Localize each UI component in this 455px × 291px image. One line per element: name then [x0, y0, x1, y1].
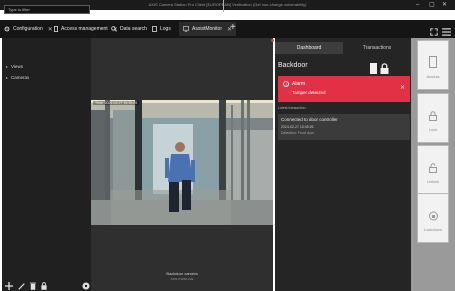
- alert-icon: !: [283, 81, 289, 87]
- camera-image: [91, 100, 273, 225]
- tab-dashboard[interactable]: Dashboard: [275, 42, 343, 54]
- action-label: Unlock: [426, 179, 440, 184]
- app-window: AXIS Camera Station Pro Client [EUROPEAN…: [0, 0, 455, 291]
- id-card-icon: [54, 26, 58, 32]
- caret-right-icon[interactable]: ▸: [6, 64, 8, 69]
- tree-item-label: Cameras: [11, 75, 30, 80]
- camera-view[interactable]: Time: 2024-02-27 15:35:25: [91, 100, 273, 225]
- door-name: Backdoor: [278, 62, 308, 69]
- cursor-marker: [223, 0, 224, 12]
- tab-label: Configuration: [13, 26, 43, 32]
- filter-input[interactable]: Type to filter: [4, 5, 90, 14]
- tab-label: Access management: [61, 26, 108, 32]
- unlock-icon: [418, 160, 448, 178]
- tab-label: Data search: [120, 26, 147, 32]
- camera-model: AXIS P3268-LVE: [170, 277, 194, 281]
- maximize-button[interactable]: ▢: [429, 1, 435, 9]
- search-icon: [111, 26, 117, 32]
- tab-access-management[interactable]: Access management ✕: [54, 23, 118, 35]
- tab-label: AssistMonitor: [192, 26, 223, 32]
- action-label: Lock: [428, 127, 438, 132]
- tab-transactions[interactable]: Transactions: [343, 42, 411, 54]
- recording-indicator: [271, 39, 274, 42]
- close-window-button[interactable]: ✕: [442, 1, 447, 9]
- add-icon[interactable]: [5, 277, 13, 291]
- edit-icon[interactable]: [18, 277, 25, 291]
- close-icon[interactable]: ✕: [48, 26, 53, 33]
- close-icon[interactable]: ✕: [400, 84, 405, 91]
- access-icon: [418, 55, 448, 73]
- minimize-button[interactable]: –: [416, 1, 419, 9]
- view-toolbar: [5, 277, 90, 291]
- delete-icon[interactable]: [30, 277, 36, 291]
- latest-transaction-label: Latest transaction: [278, 106, 306, 110]
- event-time: 2024-02-27 15:45:26: [281, 125, 314, 129]
- soccer-ball-icon[interactable]: [82, 277, 90, 291]
- camera-name: Backdoor camera: [166, 271, 198, 276]
- caret-right-icon[interactable]: ▸: [6, 75, 8, 80]
- gear-icon: [4, 26, 10, 32]
- lock-button[interactable]: Lock: [417, 93, 449, 143]
- alarm-message: Tamper detected: [292, 90, 326, 95]
- tab-bar: Configuration ✕ Access management ✕ Data…: [0, 20, 455, 38]
- tree-item-views[interactable]: ▸ Views: [6, 64, 23, 69]
- video-timestamp: Time: 2024-02-27 15:35:25: [93, 101, 140, 105]
- tab-label: Logs: [160, 26, 171, 32]
- alarm-title: Alarm: [292, 81, 306, 87]
- access-button[interactable]: Access: [417, 40, 449, 90]
- tab-logs[interactable]: Logs: [152, 23, 171, 35]
- tree-item-label: Views: [11, 64, 23, 69]
- lock-icon: [418, 108, 448, 126]
- tree-item-cameras[interactable]: ▸ Cameras: [6, 75, 29, 80]
- tab-data-search[interactable]: Data search: [111, 23, 147, 35]
- event-title: Connected to door controller: [281, 117, 338, 122]
- lock-icon[interactable]: [41, 277, 47, 291]
- lockdown-icon: [418, 208, 448, 226]
- document-icon: [152, 26, 157, 32]
- tab-configuration[interactable]: Configuration ✕: [4, 23, 53, 35]
- tab-assistmonitor[interactable]: AssistMonitor ✕: [179, 22, 237, 36]
- event-detail: Detection: Front door: [281, 131, 314, 135]
- lockdown-button[interactable]: Lockdown: [417, 193, 449, 243]
- add-tab-button[interactable]: +: [230, 22, 236, 34]
- alarm-banner[interactable]: ! Alarm Tamper detected ✕: [278, 76, 410, 102]
- monitor-icon: [183, 26, 189, 32]
- action-label: Access: [426, 74, 440, 79]
- action-label: Lockdown: [423, 227, 442, 232]
- transaction-item[interactable]: Connected to door controller 2024-02-27 …: [278, 114, 410, 140]
- unlock-button[interactable]: Unlock: [417, 145, 449, 195]
